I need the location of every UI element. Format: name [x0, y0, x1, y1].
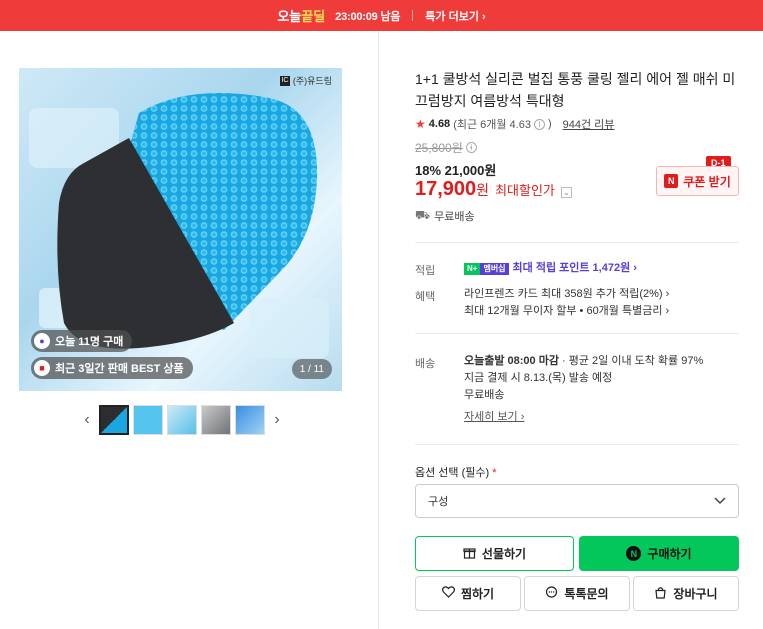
chevron-down-icon[interactable]: ⌄	[560, 187, 572, 198]
shopping-bag-icon	[654, 586, 667, 602]
thumbnail-4[interactable]	[201, 405, 231, 435]
brand-watermark: IC (주)유드림	[279, 75, 332, 86]
today-ship-deadline: 오늘출발 08:00 마감	[464, 355, 559, 367]
next-arrow-icon[interactable]: ›	[269, 406, 285, 434]
best-seller-text: 최근 3일간 판매 BEST 상품	[55, 363, 184, 375]
option-label: 옵션 선택 (필수) *	[415, 464, 497, 480]
final-price-unit: 원	[476, 182, 490, 198]
price-info-icon[interactable]: i	[465, 142, 477, 153]
divider	[415, 444, 739, 445]
option-label-text: 옵션 선택 (필수)	[415, 467, 490, 479]
membership-text: 멤버십	[480, 262, 509, 275]
card-benefit-link[interactable]: 라인프렌즈 카드 최대 358원 추가 적립(2%) ›	[464, 286, 669, 303]
best-seller-badge: ■ 최근 3일간 판매 BEST 상품	[31, 357, 193, 379]
shipping-label: 배송	[415, 358, 436, 370]
installment-benefit-link[interactable]: 최대 12개월 무이자 할부 • 60개월 특별금리 ›	[464, 303, 669, 320]
wishlist-button[interactable]: 찜하기	[415, 576, 521, 611]
gift-box-icon: ■	[34, 360, 50, 376]
image-counter: 1 / 11	[291, 359, 332, 379]
today-buyers-badge: ● 오늘 11명 구매	[31, 330, 133, 352]
naver-pay-icon: N	[626, 546, 642, 561]
coupon-button[interactable]: N 쿠폰 받기	[656, 166, 739, 196]
truck-icon: ⛟	[415, 208, 431, 222]
points-row[interactable]: N+ 멤버십 최대 적립 포인트 1,472원 ›	[464, 260, 637, 277]
max-discount-label[interactable]: 최대할인가	[495, 180, 555, 199]
rating-info-icon-wrap[interactable]: i	[533, 118, 545, 130]
option-select[interactable]: 구성	[415, 484, 739, 518]
thumbnail-strip: ‹ ›	[79, 405, 285, 435]
shipping-line-2: 지금 결제 시 8.13.(목) 발송 예정	[464, 372, 613, 384]
chevron-down-icon	[714, 494, 726, 508]
brand-watermark-text: (주)유드림	[292, 76, 332, 86]
wishlist-label: 찜하기	[460, 587, 495, 601]
points-label: 적립	[415, 265, 436, 277]
buy-button[interactable]: N 구매하기	[579, 536, 739, 571]
free-shipping-text: 무료배송	[434, 211, 475, 223]
thumbnail-5[interactable]	[235, 405, 265, 435]
cart-button[interactable]: 장바구니	[633, 576, 739, 611]
column-divider	[378, 31, 379, 629]
coupon-label: 쿠폰 받기	[683, 174, 731, 189]
talk-inquiry-button[interactable]: 톡톡문의	[524, 576, 630, 611]
divider	[415, 333, 739, 334]
divider	[415, 242, 739, 243]
final-price: 17,900	[415, 178, 477, 200]
option-select-value: 구성	[428, 496, 449, 508]
shipping-line-3: 무료배송	[464, 389, 505, 401]
rating-row: ★ 4.68 (최근 6개월 4.63 i ) 944건 리뷰	[415, 116, 614, 132]
promo-brand-a: 오늘	[277, 9, 302, 24]
free-shipping-row: ⛟ 무료배송	[415, 208, 475, 224]
thumbnail-3[interactable]	[167, 405, 197, 435]
naver-plus-text: N+	[464, 262, 481, 275]
required-mark: *	[492, 467, 497, 479]
promo-banner[interactable]: 오늘끝딜 23:00:09 남음 특가 더보기 ›	[0, 0, 763, 31]
prev-arrow-icon[interactable]: ‹	[79, 406, 95, 434]
promo-divider	[412, 10, 414, 21]
benefit-label: 혜택	[415, 291, 436, 303]
chat-bubble-icon	[545, 585, 558, 602]
rating-score: 4.68	[428, 118, 451, 130]
final-price-row: 17,900 원 최대할인가 ⌄	[415, 178, 572, 201]
promo-brand: 오늘끝딜	[277, 6, 325, 25]
promo-brand-b: 끝딜	[301, 9, 326, 24]
today-buyers-text: 오늘 11명 구매	[55, 336, 124, 348]
buy-label: 구매하기	[647, 547, 692, 561]
points-text: 최대 적립 포인트 1,472원 ›	[512, 262, 637, 274]
gift-label: 선물하기	[481, 547, 527, 561]
product-title: 1+1 쿨방석 실리콘 벌집 통풍 쿨링 젤리 에어 젤 매쉬 미끄럼방지 여름…	[415, 71, 736, 109]
reviews-link[interactable]: 944건 리뷰	[563, 116, 615, 132]
naver-plus-membership-icon: N+ 멤버십	[464, 262, 509, 275]
gift-icon	[463, 546, 476, 562]
rating-recent: (최근 6개월 4.63	[453, 119, 531, 131]
shipping-detail-link[interactable]: 자세히 보기 ›	[464, 409, 524, 426]
talk-inquiry-label: 톡톡문의	[564, 587, 609, 601]
original-price-row: 25,800원 i	[415, 139, 477, 156]
promo-timer: 23:00:09 남음	[335, 10, 401, 23]
discount-price: 18% 21,000원	[415, 163, 497, 178]
thumbnail-1[interactable]	[99, 405, 129, 435]
cart-label: 장바구니	[673, 587, 718, 601]
arrival-probability: · 평균 2일 이내 도착 확률 97%	[558, 355, 704, 367]
product-main-image[interactable]: IC (주)유드림 ● 오늘 11명 구매 ■ 최근 3일간 판매 BEST 상품…	[19, 68, 342, 391]
info-icon[interactable]: i	[533, 118, 545, 130]
purchase-icon: ●	[34, 333, 50, 349]
naver-n-icon: N	[664, 174, 679, 188]
thumbnail-2[interactable]	[133, 405, 163, 435]
promo-more-link[interactable]: 특가 더보기 ›	[425, 8, 485, 24]
original-price: 25,800원	[415, 141, 463, 155]
gift-button[interactable]: 선물하기	[415, 536, 574, 571]
shipping-line-1: 오늘출발 08:00 마감 · 평균 2일 이내 도착 확률 97%	[464, 353, 703, 370]
heart-icon	[441, 586, 455, 601]
star-icon: ★	[415, 117, 426, 131]
rating-recent-close: )	[547, 118, 552, 130]
